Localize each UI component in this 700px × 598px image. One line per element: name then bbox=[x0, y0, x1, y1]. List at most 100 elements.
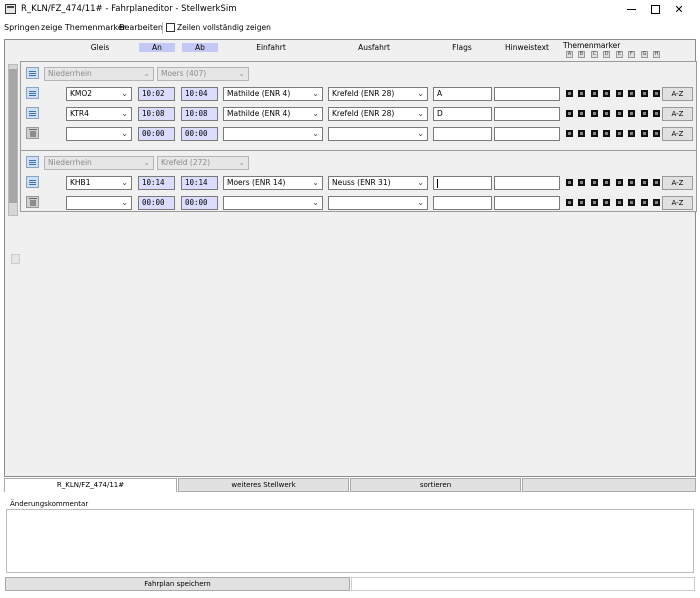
departure-time-input[interactable]: 00:00 bbox=[181, 196, 218, 210]
ausfahrt-select[interactable]: Krefeld (ENR 28) ⌄ bbox=[328, 107, 428, 121]
marker-checkbox-d[interactable] bbox=[603, 199, 610, 206]
az-button[interactable]: A-Z bbox=[662, 176, 693, 190]
marker-checkbox-g[interactable] bbox=[641, 130, 648, 137]
marker-checkbox-e[interactable] bbox=[616, 130, 623, 137]
arrival-time-input[interactable]: 10:14 bbox=[138, 176, 175, 190]
einfahrt-select[interactable]: Mathilde (ENR 4) ⌄ bbox=[223, 107, 323, 121]
arrival-time-input[interactable]: 00:00 bbox=[138, 127, 175, 141]
stellwerk-select[interactable]: Niederrhein ⌄ bbox=[44, 67, 154, 81]
tab-sortieren[interactable]: sortieren bbox=[350, 478, 521, 492]
marker-checkbox-b[interactable] bbox=[578, 110, 585, 117]
ausfahrt-select[interactable]: Krefeld (ENR 28) ⌄ bbox=[328, 87, 428, 101]
marker-checkbox-b[interactable] bbox=[578, 130, 585, 137]
marker-checkbox-c[interactable] bbox=[591, 130, 598, 137]
marker-checkbox-h[interactable] bbox=[653, 110, 660, 117]
marker-checkbox-f[interactable] bbox=[628, 130, 635, 137]
vertical-scrollbar[interactable] bbox=[8, 64, 18, 216]
hinweistext-input[interactable] bbox=[494, 176, 560, 190]
marker-checkbox-a[interactable] bbox=[566, 130, 573, 137]
marker-checkbox-e[interactable] bbox=[616, 110, 623, 117]
ausfahrt-select[interactable]: Neuss (ENR 31) ⌄ bbox=[328, 176, 428, 190]
marker-checkbox-b[interactable] bbox=[578, 179, 585, 186]
marker-checkbox-b[interactable] bbox=[578, 90, 585, 97]
marker-checkbox-h[interactable] bbox=[653, 179, 660, 186]
az-button[interactable]: A-Z bbox=[662, 196, 693, 210]
gleis-select[interactable]: KTR4 ⌄ bbox=[66, 107, 132, 121]
hinweistext-input[interactable] bbox=[494, 87, 560, 101]
close-button[interactable]: ✕ bbox=[656, 0, 700, 19]
marker-checkbox-h[interactable] bbox=[653, 90, 660, 97]
stellwerk-select[interactable]: Niederrhein ⌄ bbox=[44, 156, 154, 170]
tab-empty[interactable] bbox=[522, 478, 696, 492]
departure-time-input[interactable]: 00:00 bbox=[181, 127, 218, 141]
marker-checkbox-c[interactable] bbox=[591, 110, 598, 117]
hinweistext-input[interactable] bbox=[494, 127, 560, 141]
arrival-time-input[interactable]: 10:08 bbox=[138, 107, 175, 121]
gleis-select[interactable]: KHB1 ⌄ bbox=[66, 176, 132, 190]
einfahrt-select[interactable]: Mathilde (ENR 4) ⌄ bbox=[223, 87, 323, 101]
gleis-select[interactable]: ⌄ bbox=[66, 196, 132, 210]
save-schedule-button[interactable]: Fahrplan speichern bbox=[5, 577, 350, 591]
menu-bearbeiten[interactable]: Bearbeiten bbox=[119, 23, 163, 32]
marker-checkbox-g[interactable] bbox=[641, 179, 648, 186]
marker-checkbox-h[interactable] bbox=[653, 199, 660, 206]
menu-zeige-themenmarker[interactable]: zeige Themenmarker bbox=[41, 23, 126, 32]
marker-checkbox-e[interactable] bbox=[616, 199, 623, 206]
marker-checkbox-f[interactable] bbox=[628, 90, 635, 97]
tab-weiteres-stellwerk[interactable]: weiteres Stellwerk bbox=[178, 478, 349, 492]
marker-checkbox-b[interactable] bbox=[578, 199, 585, 206]
marker-checkbox-a[interactable] bbox=[566, 179, 573, 186]
show-full-rows-checkbox[interactable] bbox=[166, 23, 175, 32]
departure-time-input[interactable]: 10:08 bbox=[181, 107, 218, 121]
gleis-select[interactable]: ⌄ bbox=[66, 127, 132, 141]
flags-input[interactable]: D bbox=[433, 107, 492, 121]
marker-checkbox-a[interactable] bbox=[566, 199, 573, 206]
marker-checkbox-e[interactable] bbox=[616, 90, 623, 97]
delete-row-icon[interactable] bbox=[26, 196, 39, 208]
einfahrt-select[interactable]: Moers (ENR 14) ⌄ bbox=[223, 176, 323, 190]
marker-checkbox-g[interactable] bbox=[641, 110, 648, 117]
einfahrt-select[interactable]: ⌄ bbox=[223, 196, 323, 210]
flags-input[interactable] bbox=[433, 127, 492, 141]
scrollbar-thumb[interactable] bbox=[9, 69, 17, 203]
einfahrt-select[interactable]: ⌄ bbox=[223, 127, 323, 141]
ausfahrt-select[interactable]: ⌄ bbox=[328, 196, 428, 210]
ausfahrt-select[interactable]: ⌄ bbox=[328, 127, 428, 141]
marker-checkbox-d[interactable] bbox=[603, 110, 610, 117]
marker-checkbox-a[interactable] bbox=[566, 90, 573, 97]
marker-checkbox-c[interactable] bbox=[591, 199, 598, 206]
edit-station-icon[interactable] bbox=[26, 156, 39, 168]
marker-checkbox-e[interactable] bbox=[616, 179, 623, 186]
gleis-select[interactable]: KMO2 ⌄ bbox=[66, 87, 132, 101]
marker-checkbox-d[interactable] bbox=[603, 130, 610, 137]
arrival-time-input[interactable]: 10:02 bbox=[138, 87, 175, 101]
departure-time-input[interactable]: 10:14 bbox=[181, 176, 218, 190]
edit-row-icon[interactable] bbox=[26, 87, 39, 99]
flags-input[interactable] bbox=[433, 196, 492, 210]
az-button[interactable]: A-Z bbox=[662, 87, 693, 101]
menu-springen[interactable]: Springen bbox=[4, 23, 40, 32]
marker-checkbox-d[interactable] bbox=[603, 90, 610, 97]
delete-row-icon[interactable] bbox=[26, 127, 39, 139]
marker-checkbox-f[interactable] bbox=[628, 110, 635, 117]
marker-checkbox-g[interactable] bbox=[641, 90, 648, 97]
departure-time-input[interactable]: 10:04 bbox=[181, 87, 218, 101]
az-button[interactable]: A-Z bbox=[662, 107, 693, 121]
marker-checkbox-c[interactable] bbox=[591, 90, 598, 97]
marker-checkbox-c[interactable] bbox=[591, 179, 598, 186]
marker-checkbox-d[interactable] bbox=[603, 179, 610, 186]
marker-checkbox-a[interactable] bbox=[566, 110, 573, 117]
hinweistext-input[interactable] bbox=[494, 196, 560, 210]
tab-schedule[interactable]: R_KLN/FZ_474/11# bbox=[4, 478, 177, 492]
edit-row-icon[interactable] bbox=[26, 176, 39, 188]
marker-checkbox-f[interactable] bbox=[628, 199, 635, 206]
edit-station-icon[interactable] bbox=[26, 67, 39, 79]
flags-input[interactable] bbox=[433, 176, 492, 190]
marker-checkbox-f[interactable] bbox=[628, 179, 635, 186]
marker-checkbox-h[interactable] bbox=[653, 130, 660, 137]
marker-checkbox-g[interactable] bbox=[641, 199, 648, 206]
arrival-time-input[interactable]: 00:00 bbox=[138, 196, 175, 210]
station-select[interactable]: Moers (407) ⌄ bbox=[157, 67, 249, 81]
comment-textarea[interactable] bbox=[6, 509, 694, 573]
edit-row-icon[interactable] bbox=[26, 107, 39, 119]
